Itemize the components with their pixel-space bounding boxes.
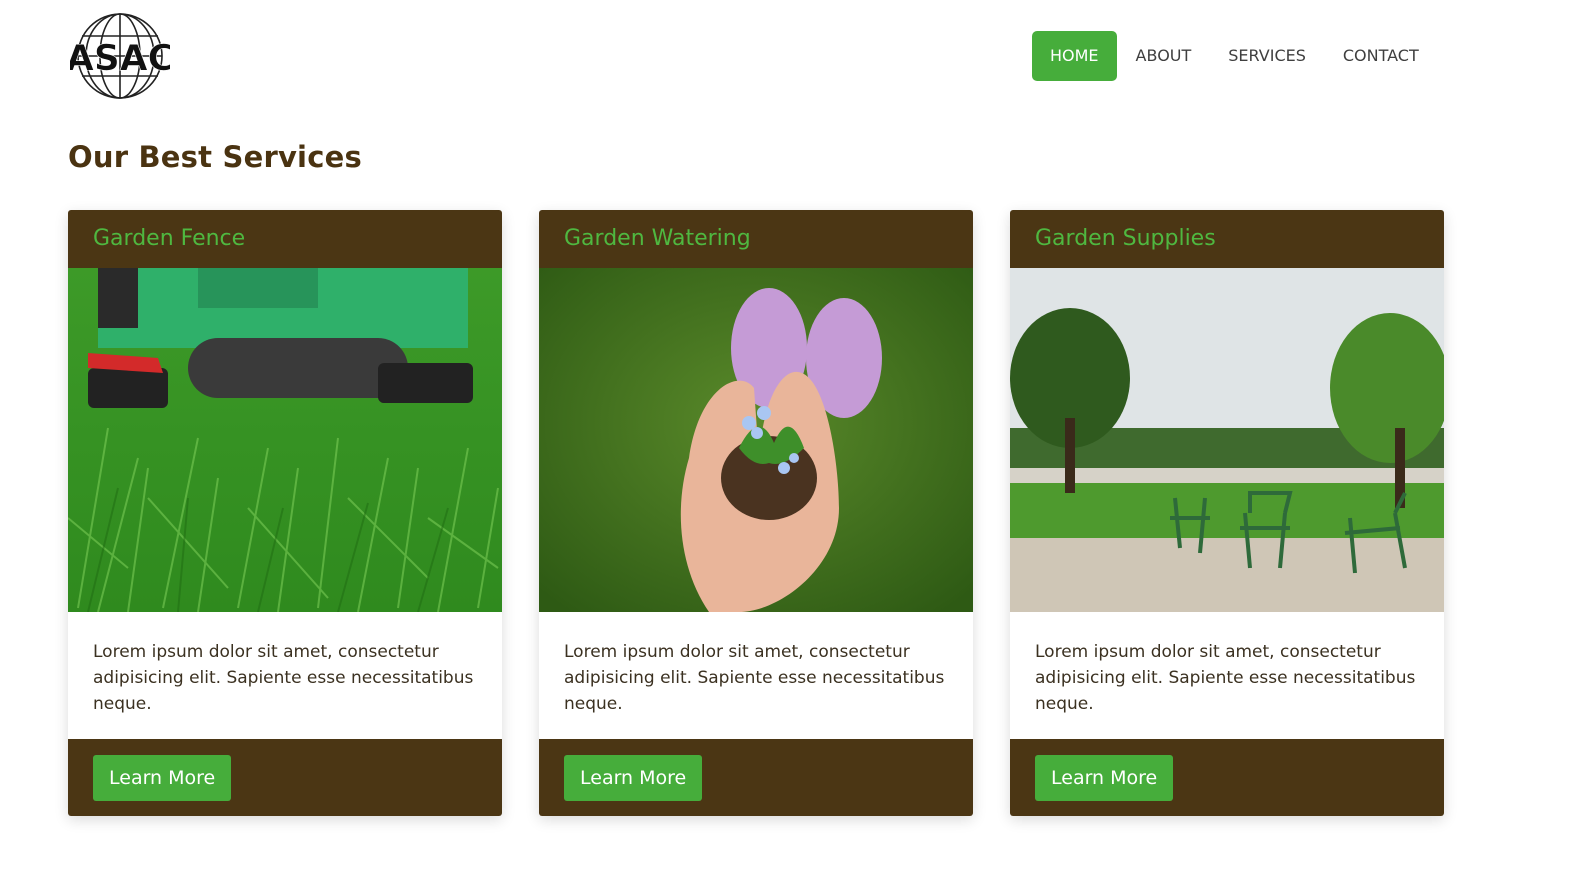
service-card-garden-watering: Garden Watering Lorem ipsum dolor sit am… — [539, 210, 973, 816]
card-title: Garden Supplies — [1035, 226, 1216, 251]
card-footer: Learn More — [1010, 739, 1444, 816]
card-header: Garden Supplies — [1010, 210, 1444, 268]
section-title: Our Best Services — [68, 140, 362, 174]
card-footer: Learn More — [68, 739, 502, 816]
card-description: Lorem ipsum dolor sit amet, consectetur … — [1035, 642, 1416, 714]
card-footer: Learn More — [539, 739, 973, 816]
site-header: ASAC HOME ABOUT SERVICES CONTACT — [0, 0, 1582, 112]
service-card-garden-supplies: Garden Supplies Lorem ipsum dolor sit am… — [1010, 210, 1444, 816]
asac-logo[interactable]: ASAC — [70, 12, 170, 100]
learn-more-button[interactable]: Learn More — [564, 755, 703, 801]
learn-more-button[interactable]: Learn More — [93, 755, 232, 801]
lawn-mower-image — [68, 268, 502, 612]
service-card-garden-fence: Garden Fence Lorem ipsum dolor sit amet,… — [68, 210, 502, 816]
seedling-hands-image — [539, 268, 973, 612]
card-description: Lorem ipsum dolor sit amet, consectetur … — [93, 642, 474, 714]
park-chairs-image — [1010, 268, 1444, 612]
svg-text:ASAC: ASAC — [70, 38, 170, 79]
card-title: Garden Watering — [564, 226, 751, 251]
nav-home[interactable]: HOME — [1032, 31, 1117, 81]
nav-about[interactable]: ABOUT — [1136, 31, 1192, 81]
card-header: Garden Watering — [539, 210, 973, 268]
card-header: Garden Fence — [68, 210, 502, 268]
nav-contact[interactable]: CONTACT — [1343, 31, 1419, 81]
main-nav: HOME ABOUT SERVICES CONTACT — [1032, 31, 1419, 81]
nav-services[interactable]: SERVICES — [1228, 31, 1306, 81]
card-title: Garden Fence — [93, 226, 246, 251]
card-description: Lorem ipsum dolor sit amet, consectetur … — [564, 642, 945, 714]
learn-more-button[interactable]: Learn More — [1035, 755, 1174, 801]
